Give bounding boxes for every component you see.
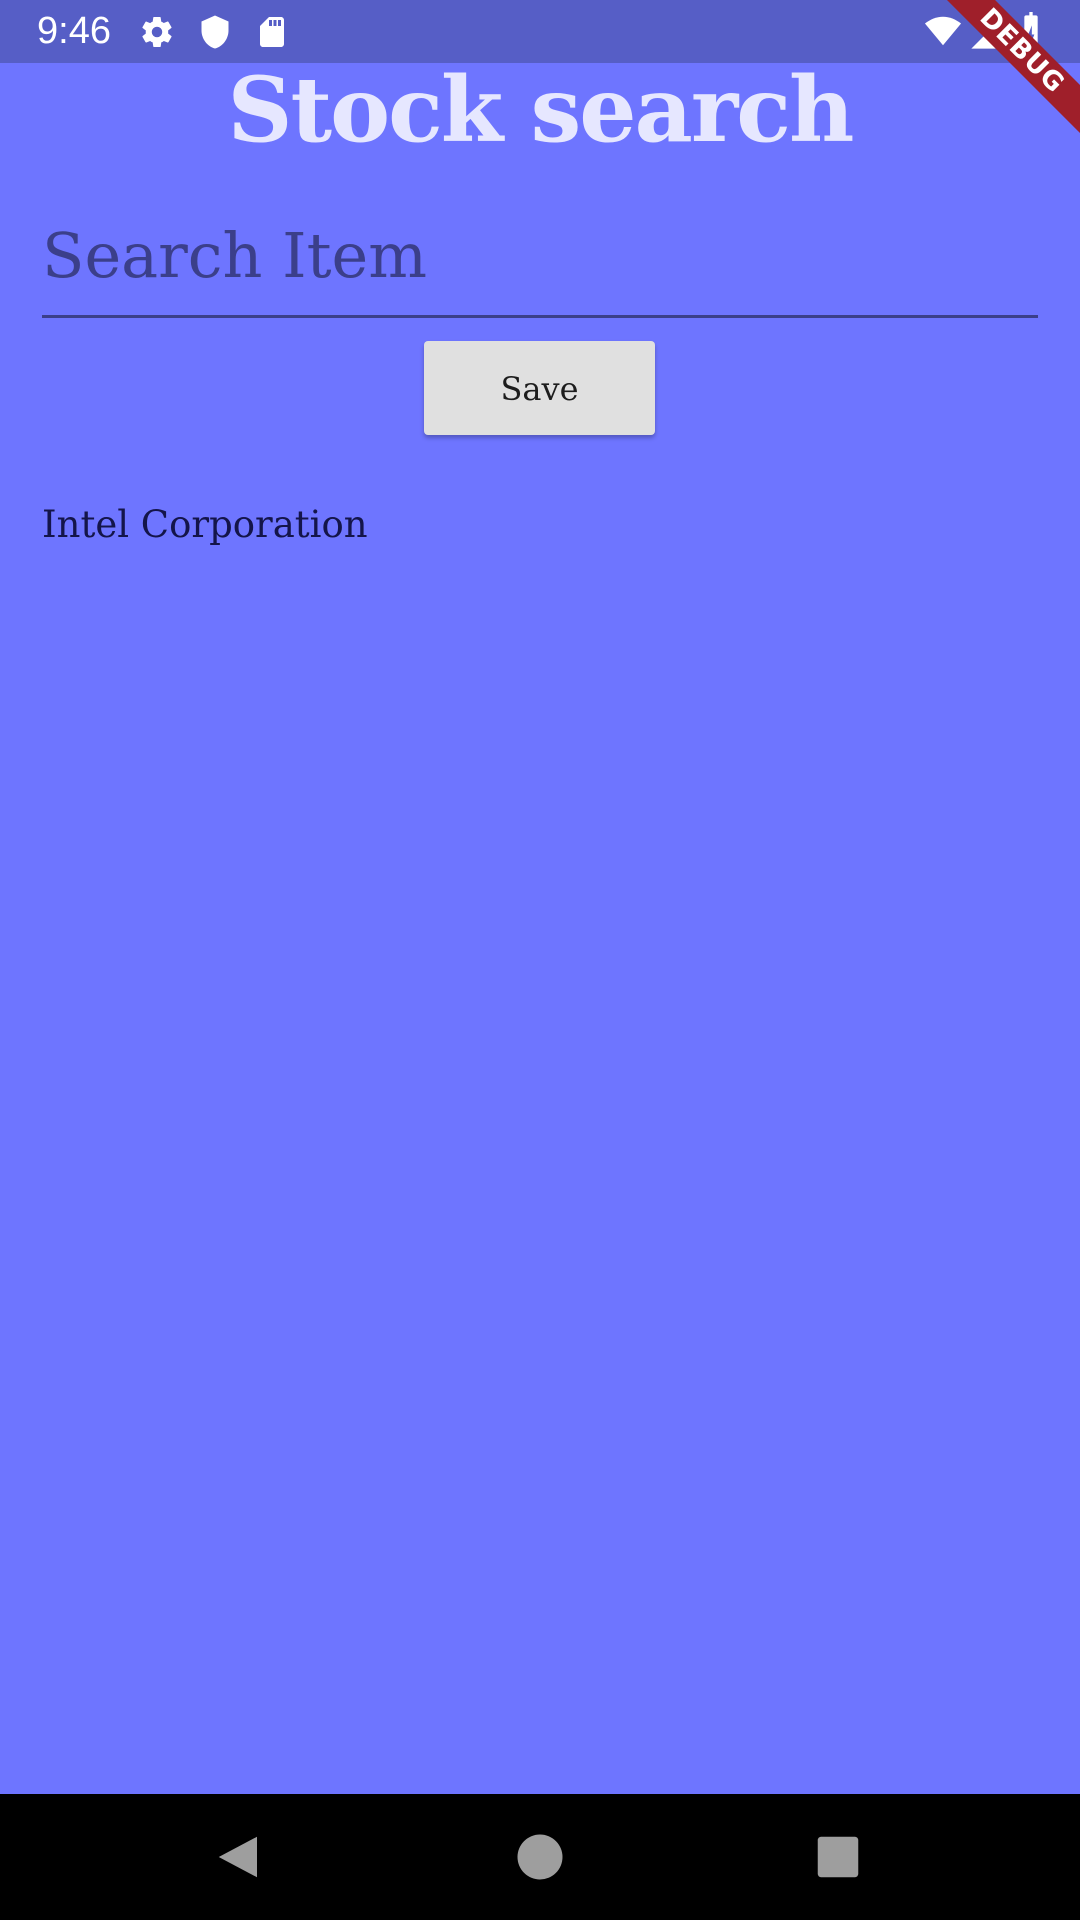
page-title: Stock search xyxy=(227,57,855,163)
shield-icon xyxy=(197,14,233,50)
recents-icon[interactable] xyxy=(811,1830,865,1884)
search-field xyxy=(42,195,1038,318)
back-icon[interactable] xyxy=(212,1830,266,1884)
nav-bar xyxy=(0,1794,1080,1920)
list-item[interactable]: Intel Corporation xyxy=(42,497,368,553)
app-screen: 9:46 DEBUG Stock search Save Intel Corpo… xyxy=(0,0,1080,1920)
home-icon[interactable] xyxy=(513,1830,567,1884)
save-button[interactable]: Save xyxy=(424,341,655,435)
status-bar: 9:46 xyxy=(0,0,1080,63)
sd-card-icon xyxy=(254,14,290,50)
search-input[interactable] xyxy=(42,195,1038,315)
status-time: 9:46 xyxy=(37,10,111,52)
wifi-icon xyxy=(922,12,964,50)
gear-icon xyxy=(139,14,175,50)
